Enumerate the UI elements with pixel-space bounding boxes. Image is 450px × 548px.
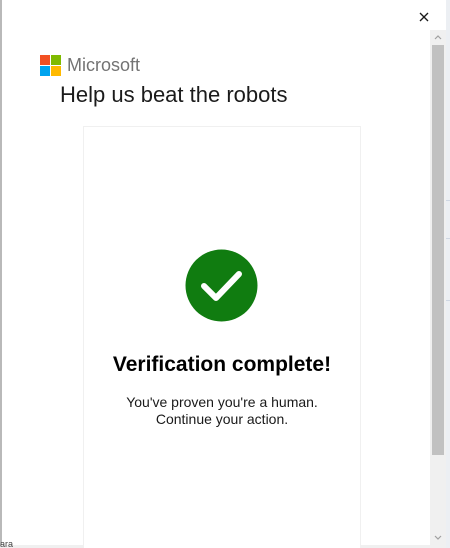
page-title: Help us beat the robots [60,82,288,107]
microsoft-logo: Microsoft [40,55,140,76]
scroll-up-button[interactable] [430,30,446,45]
background-text-fragment: ara [0,539,14,548]
microsoft-logo-icon [40,55,61,76]
verification-dialog: ara Microsoft Help us beat the robots Ve… [0,0,450,548]
background-divider [446,200,450,201]
challenge-frame [83,126,361,548]
logo-square-blue [40,66,50,76]
microsoft-wordmark: Microsoft [67,55,141,75]
chevron-down-icon [434,535,442,540]
vertical-scrollbar[interactable] [430,30,446,545]
scrollbar-thumb[interactable] [432,45,444,455]
chevron-up-icon [434,35,442,40]
verification-status [185,249,258,322]
background-divider [446,238,450,239]
verification-message-line1: You've proven you're a human. [126,394,318,410]
scroll-down-button[interactable] [430,530,446,545]
background-divider [446,300,450,301]
close-icon [419,12,429,22]
verification-heading: Verification complete! [112,353,332,376]
logo-square-yellow [51,66,61,76]
background-window-edge [446,0,450,548]
close-button[interactable] [414,7,434,27]
window-left-border [0,0,2,548]
logo-square-green [51,55,61,65]
checkmark-circle-icon [185,249,258,322]
verification-message-line2: Continue your action. [155,411,289,427]
logo-square-red [40,55,50,65]
